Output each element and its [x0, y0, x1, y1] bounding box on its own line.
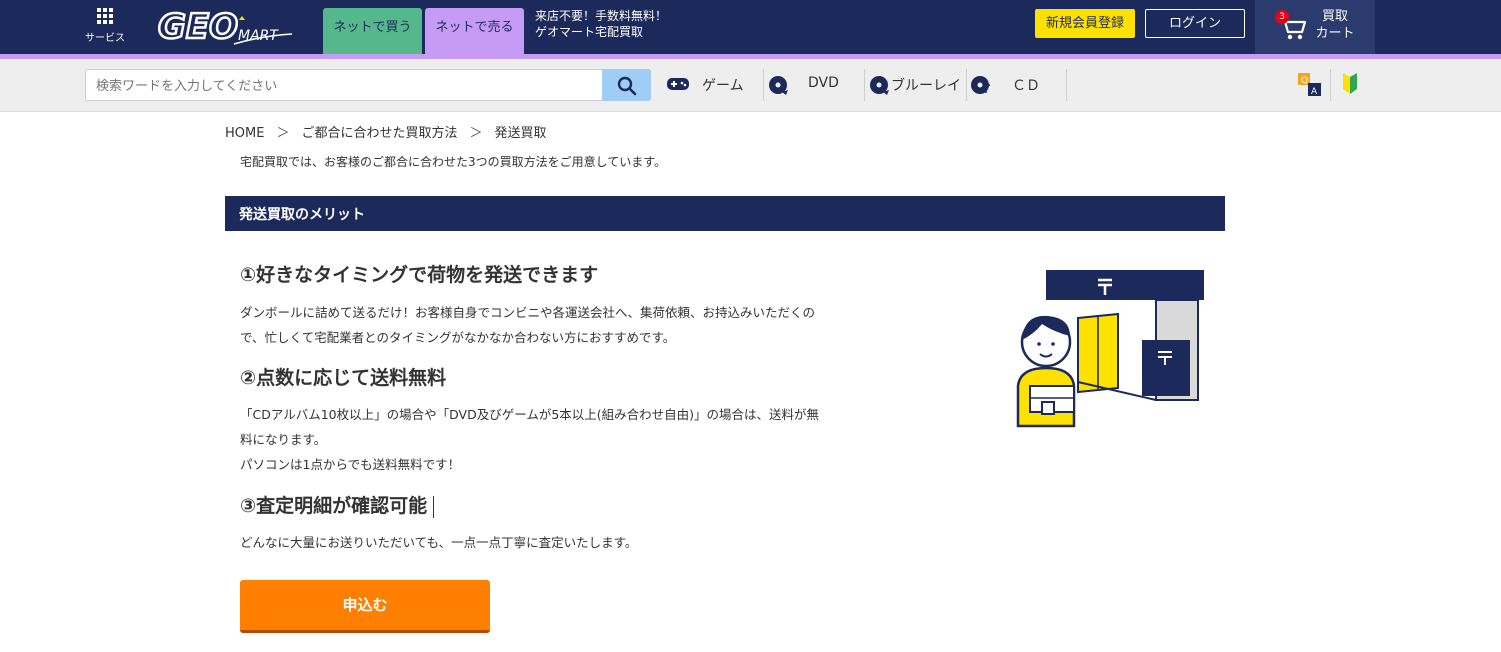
utility-divider — [1330, 69, 1331, 101]
services-label: サービス — [85, 33, 125, 44]
intro-text: 宅配買取では、お客様のご都合に合わせた3つの買取方法をご用意しています。 — [240, 155, 667, 169]
category-label: ゲーム — [702, 78, 744, 94]
cart-count-badge: 3 — [1275, 10, 1289, 24]
merit-text-line: どんなに大量にお送りいただいても、一点一点丁寧に査定いたします。 — [240, 535, 638, 550]
cart-label-line-2: カート — [1315, 26, 1355, 41]
post-office-illustration — [1008, 262, 1208, 436]
svg-text:Q: Q — [1301, 76, 1308, 86]
promo-line-1: 来店不要！手数料無料！ — [535, 9, 668, 23]
promo-line-2: ゲオマート宅配買取 — [535, 25, 644, 39]
breadcrumb: HOME ＞ ご都合に合わせた買取方法 ＞ 発送買取 — [225, 122, 547, 141]
merit-title-3-row: ③査定明細が確認可能 — [240, 491, 435, 518]
search-input[interactable] — [94, 71, 598, 101]
tab-sell-online[interactable]: ネットで売る — [425, 8, 524, 54]
category-label: ＣＤ — [1012, 78, 1040, 94]
category-divider — [1066, 69, 1067, 101]
merit-title-2: ②点数に応じて送料無料 — [240, 367, 447, 389]
category-label: ブルーレイ — [891, 78, 961, 94]
cart-label: 買取 カート — [1310, 8, 1360, 42]
geo-mart-logo[interactable]: GEO MART — [156, 6, 296, 50]
category-divider — [966, 69, 967, 101]
category-dvd[interactable]: DVD — [768, 69, 863, 101]
register-button[interactable]: 新規会員登録 — [1035, 9, 1135, 38]
breadcrumb-methods[interactable]: ご都合に合わせた買取方法 — [301, 126, 457, 141]
merit-text-line: 料になります。 — [240, 432, 327, 447]
apply-button[interactable]: 申込む — [240, 580, 490, 633]
promo-text[interactable]: 来店不要！手数料無料！ ゲオマート宅配買取 — [535, 8, 667, 40]
search-box — [85, 69, 651, 101]
login-button[interactable]: ログイン — [1145, 9, 1245, 38]
beginner-mark-icon[interactable] — [1342, 73, 1358, 99]
category-cd[interactable]: ＣＤ — [970, 69, 1065, 101]
logo-geo-text: GEO — [158, 7, 238, 46]
merit-text-3: どんなに大量にお送りいただいても、一点一点丁寧に査定いたします。 — [240, 530, 890, 555]
merit-text-2: 「CDアルバム10枚以上」の場合や「DVD及びゲームが5本以上(組み合わせ自由)… — [240, 402, 890, 477]
cart-label-line-1: 買取 — [1321, 9, 1348, 24]
services-menu-button[interactable]: サービス — [84, 8, 126, 44]
merit-text-1: ダンボールに詰めて送るだけ！お客様自身でコンビニや各運送会社へ、集荷依頼、お持込… — [240, 300, 890, 350]
search-button[interactable] — [602, 69, 651, 101]
category-divider — [763, 69, 764, 101]
svg-text:A: A — [1311, 87, 1318, 97]
merit-text-line: 「CDアルバム10枚以上」の場合や「DVD及びゲームが5本以上(組み合わせ自由)… — [240, 407, 820, 422]
breadcrumb-separator: ＞ — [276, 126, 290, 141]
bluray-icon — [870, 76, 889, 95]
search-icon — [617, 76, 637, 96]
gamepad-icon — [667, 78, 689, 90]
category-divider — [864, 69, 865, 101]
category-game[interactable]: ゲーム — [666, 69, 761, 101]
dvd-icon — [769, 76, 788, 95]
faq-icon[interactable]: Q A — [1298, 73, 1322, 101]
breadcrumb-home[interactable]: HOME — [225, 126, 264, 141]
category-label: DVD — [808, 75, 839, 91]
text-cursor — [433, 495, 435, 518]
grid-icon — [97, 8, 113, 24]
breadcrumb-current: 発送買取 — [494, 126, 547, 141]
merit-text-line: パソコンは1点からでも送料無料です！ — [240, 457, 461, 472]
category-bluray[interactable]: ブルーレイ — [869, 69, 965, 101]
cd-icon — [971, 76, 991, 94]
section-title: 発送買取のメリット — [239, 207, 365, 223]
breadcrumb-separator: ＞ — [469, 126, 483, 141]
merit-text-line: ダンボールに詰めて送るだけ！お客様自身でコンビニや各運送会社へ、集荷依頼、お持込… — [240, 305, 816, 320]
section-header: 発送買取のメリット — [225, 196, 1225, 231]
tab-buy-online[interactable]: ネットで買う — [323, 8, 422, 54]
merit-text-line: で、忙しくて宅配業者とのタイミングがなかなか合わない方におすすめです。 — [240, 330, 676, 345]
merit-title-1: ①好きなタイミングで荷物を発送できます — [240, 264, 599, 286]
merit-title-3: ③査定明細が確認可能 — [240, 495, 428, 517]
